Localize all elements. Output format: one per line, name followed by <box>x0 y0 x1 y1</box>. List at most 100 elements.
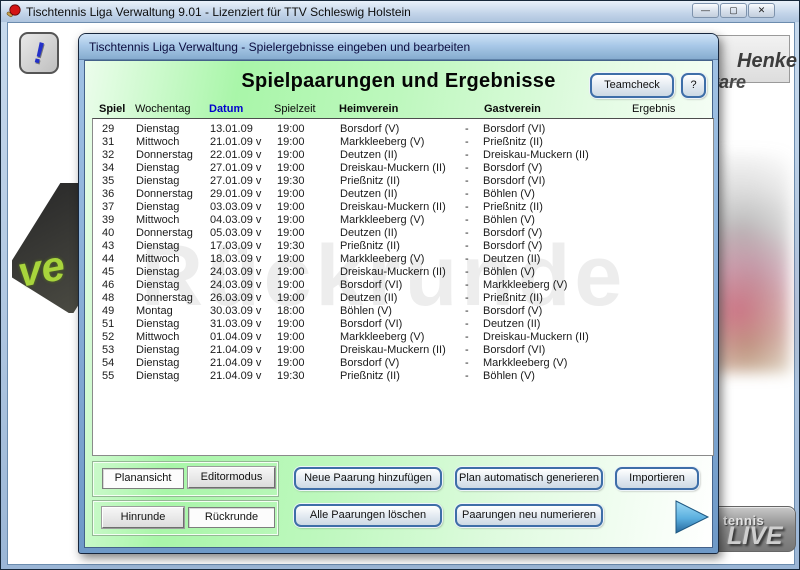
cell-wochentag: Dienstag <box>136 266 179 278</box>
live-badge-text-bottom: LIVE <box>727 522 783 551</box>
cell-spielzeit: 19:00 <box>277 123 305 135</box>
minimize-button[interactable]: — <box>692 3 719 18</box>
blurred-flower-image <box>714 153 790 373</box>
table-row[interactable]: 54 Dienstag 21.04.09 v 19:00 Borsdorf (V… <box>93 357 713 370</box>
add-pairing-button[interactable]: Neue Paarung hinzufügen <box>294 467 442 490</box>
cell-separator: - <box>465 136 469 148</box>
cell-heimverein: Deutzen (II) <box>340 149 397 161</box>
table-row[interactable]: 32 Donnerstag 22.01.09 v 19:00 Deutzen (… <box>93 149 713 162</box>
cell-wochentag: Dienstag <box>136 201 179 213</box>
maximize-button[interactable]: ▢ <box>720 3 747 18</box>
cell-heimverein: Markkleeberg (V) <box>340 136 424 148</box>
import-button[interactable]: Importieren <box>615 467 699 490</box>
delete-all-pairings-button[interactable]: Alle Paarungen löschen <box>294 504 442 527</box>
cell-heimverein: Dreiskau-Muckern (II) <box>340 266 446 278</box>
table-row[interactable]: 43 Dienstag 17.03.09 v 19:30 Prießnitz (… <box>93 240 713 253</box>
pairings-listbox[interactable]: Rückrunde 29 Dienstag 13.01.09 19:00 Bor… <box>92 118 714 456</box>
cell-separator: - <box>465 370 469 382</box>
cell-wochentag: Dienstag <box>136 344 179 356</box>
next-arrow-icon[interactable] <box>673 499 711 535</box>
help-button[interactable]: ? <box>681 73 706 98</box>
editormodus-button[interactable]: Editormodus <box>188 467 275 488</box>
cell-gastverein: Borsdorf (V) <box>483 305 542 317</box>
cell-separator: - <box>465 123 469 135</box>
column-header-wochentag: Wochentag <box>135 103 190 115</box>
cell-spielzeit: 19:00 <box>277 201 305 213</box>
table-row[interactable]: 52 Mittwoch 01.04.09 v 19:00 Markkleeber… <box>93 331 713 344</box>
planansicht-button[interactable]: Planansicht <box>102 468 184 489</box>
table-column-headers: Spiel Wochentag Datum Spielzeit Heimvere… <box>85 103 712 117</box>
dialog-content: Spielpaarungen und Ergebnisse Teamcheck … <box>84 60 713 548</box>
cell-spiel: 48 <box>102 292 114 304</box>
main-client-area: ! Henke vare ve tennis LIVE Tischtennis … <box>7 22 795 565</box>
cell-datum: 27.01.09 v <box>210 162 261 174</box>
table-row[interactable]: 46 Dienstag 24.03.09 v 19:00 Borsdorf (V… <box>93 279 713 292</box>
cell-heimverein: Prießnitz (II) <box>340 370 400 382</box>
rueckrunde-button[interactable]: Rückrunde <box>188 507 275 528</box>
renumber-pairings-button[interactable]: Paarungen neu numerieren <box>455 504 603 527</box>
cell-spiel: 53 <box>102 344 114 356</box>
cell-datum: 21.04.09 v <box>210 344 261 356</box>
table-row[interactable]: 49 Montag 30.03.09 v 18:00 Böhlen (V) - … <box>93 305 713 318</box>
table-row[interactable]: 48 Donnerstag 26.03.09 v 19:00 Deutzen (… <box>93 292 713 305</box>
cell-spiel: 54 <box>102 357 114 369</box>
cell-separator: - <box>465 162 469 174</box>
cell-spiel: 46 <box>102 279 114 291</box>
cell-datum: 05.03.09 v <box>210 227 261 239</box>
table-tennis-paddle-icon <box>6 4 21 19</box>
cell-gastverein: Böhlen (V) <box>483 188 535 200</box>
cell-heimverein: Prießnitz (II) <box>340 175 400 187</box>
table-row[interactable]: 34 Dienstag 27.01.09 v 19:00 Dreiskau-Mu… <box>93 162 713 175</box>
cell-spiel: 49 <box>102 305 114 317</box>
cell-spielzeit: 19:00 <box>277 214 305 226</box>
cell-heimverein: Dreiskau-Muckern (II) <box>340 162 446 174</box>
cell-spiel: 36 <box>102 188 114 200</box>
cell-wochentag: Dienstag <box>136 357 179 369</box>
main-titlebar[interactable]: Tischtennis Liga Verwaltung 9.01 - Lizen… <box>1 1 799 22</box>
cell-datum: 24.03.09 v <box>210 279 261 291</box>
cell-heimverein: Dreiskau-Muckern (II) <box>340 201 446 213</box>
cell-spielzeit: 19:00 <box>277 149 305 161</box>
cell-wochentag: Mittwoch <box>136 253 179 265</box>
cell-gastverein: Borsdorf (VI) <box>483 123 545 135</box>
exclamation-icon-button[interactable]: ! <box>19 32 59 74</box>
dialog-title: Tischtennis Liga Verwaltung - Spielergeb… <box>89 40 470 54</box>
cell-datum: 03.03.09 v <box>210 201 261 213</box>
auto-generate-plan-button[interactable]: Plan automatisch generieren <box>455 467 603 490</box>
cell-heimverein: Borsdorf (VI) <box>340 279 402 291</box>
table-row[interactable]: 45 Dienstag 24.03.09 v 19:00 Dreiskau-Mu… <box>93 266 713 279</box>
close-button[interactable]: ✕ <box>748 3 775 18</box>
table-row[interactable]: 55 Dienstag 21.04.09 v 19:30 Prießnitz (… <box>93 370 713 383</box>
cell-gastverein: Prießnitz (II) <box>483 292 543 304</box>
cell-spielzeit: 19:00 <box>277 188 305 200</box>
cell-spielzeit: 19:00 <box>277 318 305 330</box>
cell-spielzeit: 19:00 <box>277 357 305 369</box>
table-row[interactable]: 35 Dienstag 27.01.09 v 19:30 Prießnitz (… <box>93 175 713 188</box>
table-row[interactable]: 37 Dienstag 03.03.09 v 19:00 Dreiskau-Mu… <box>93 201 713 214</box>
cell-datum: 31.03.09 v <box>210 318 261 330</box>
cell-separator: - <box>465 188 469 200</box>
cell-datum: 29.01.09 v <box>210 188 261 200</box>
teamcheck-button[interactable]: Teamcheck <box>590 73 674 98</box>
hinrunde-button[interactable]: Hinrunde <box>102 507 184 528</box>
cell-gastverein: Dreiskau-Muckern (II) <box>483 331 589 343</box>
dialog-titlebar[interactable]: Tischtennis Liga Verwaltung - Spielergeb… <box>79 34 718 60</box>
cell-spielzeit: 19:00 <box>277 253 305 265</box>
table-row[interactable]: 51 Dienstag 31.03.09 v 19:00 Borsdorf (V… <box>93 318 713 331</box>
table-row[interactable]: 44 Mittwoch 18.03.09 v 19:00 Markkleeber… <box>93 253 713 266</box>
verwaltung-logo-fragment: ve <box>12 183 80 313</box>
cell-wochentag: Dienstag <box>136 279 179 291</box>
cell-spiel: 29 <box>102 123 114 135</box>
table-row[interactable]: 36 Donnerstag 29.01.09 v 19:00 Deutzen (… <box>93 188 713 201</box>
table-row[interactable]: 31 Mittwoch 21.01.09 v 19:00 Markkleeber… <box>93 136 713 149</box>
table-row[interactable]: 53 Dienstag 21.04.09 v 19:00 Dreiskau-Mu… <box>93 344 713 357</box>
cell-datum: 01.04.09 v <box>210 331 261 343</box>
cell-gastverein: Borsdorf (V) <box>483 227 542 239</box>
cell-separator: - <box>465 149 469 161</box>
cell-wochentag: Dienstag <box>136 370 179 382</box>
table-row[interactable]: 39 Mittwoch 04.03.09 v 19:00 Markkleeber… <box>93 214 713 227</box>
cell-separator: - <box>465 331 469 343</box>
table-row[interactable]: 40 Donnerstag 05.03.09 v 19:00 Deutzen (… <box>93 227 713 240</box>
cell-gastverein: Böhlen (V) <box>483 266 535 278</box>
table-row[interactable]: 29 Dienstag 13.01.09 19:00 Borsdorf (V) … <box>93 123 713 136</box>
